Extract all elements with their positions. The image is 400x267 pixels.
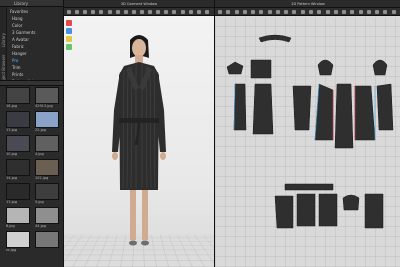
thumbnail-image: [6, 87, 30, 104]
thumbnail-item[interactable]: 5.jpg: [35, 183, 61, 205]
thumbnail-item[interactable]: 14.jpg: [6, 159, 32, 181]
thumbnail-item[interactable]: 18.jpg: [6, 87, 32, 109]
thumbnail-image: [6, 111, 30, 128]
library-tree-item[interactable]: Hanger: [8, 50, 63, 57]
thumbnail-caption: 13.jpg: [6, 128, 17, 132]
pattern-piece-skirt-right[interactable]: [364, 193, 384, 229]
thumbnail-caption: zz.jpg: [6, 248, 17, 252]
thumbnail-item[interactable]: 22.jpg: [35, 111, 61, 133]
library-title: Library: [14, 1, 28, 6]
avatar-right-leg: [142, 190, 148, 240]
pattern-piece-belt[interactable]: [284, 183, 334, 191]
thumbnail-caption: 22.jpg: [35, 128, 46, 132]
thumbnail-item[interactable]: 10.jpg: [6, 135, 32, 157]
library-side-tabs: Library Object Browser: [0, 7, 7, 87]
avatar-face: [132, 39, 146, 57]
pattern-piece-sleeve-cap-right[interactable]: [372, 59, 388, 76]
thumbnail-item[interactable]: 8.jpg: [6, 207, 32, 229]
pattern-piece-pocket[interactable]: [342, 194, 360, 211]
library-divider: [0, 80, 63, 86]
thumbnail-item[interactable]: 42913.jpg: [35, 87, 61, 109]
thumbnail-image: [35, 183, 59, 200]
pattern-piece-sleeve-left[interactable]: [292, 85, 312, 131]
library-header: Library: [0, 0, 63, 7]
thumbnail-caption: 18.jpg: [6, 104, 17, 108]
thumbnail-item[interactable]: 13.jpg: [6, 183, 32, 205]
thumbnail-item[interactable]: 4.jpg: [35, 135, 61, 157]
side-tab-library[interactable]: Library: [1, 33, 6, 47]
avatar-left-shoe: [129, 240, 137, 246]
pattern-piece-front-center[interactable]: [334, 83, 354, 149]
thumbnail-caption: 13.jpg: [6, 200, 17, 204]
viewport-2d[interactable]: 2D Pattern Window: [214, 0, 400, 267]
coat-belt: [119, 118, 159, 123]
pattern-piece-sleeve-right[interactable]: [376, 83, 394, 131]
pattern-piece-skirt-center[interactable]: [318, 193, 338, 227]
pattern-piece-back-yoke[interactable]: [250, 59, 272, 79]
thumbnail-item[interactable]: 102.jpg: [35, 159, 61, 181]
library-tree-item[interactable]: Trim: [8, 64, 63, 71]
pattern-piece-collar[interactable]: [258, 34, 292, 43]
thumbnail-caption: 4.jpg: [35, 152, 44, 156]
thumbnail-image: [6, 159, 30, 176]
avatar-right-hand: [160, 152, 166, 160]
thumbnail-image: [35, 87, 59, 104]
thumbnail-item[interactable]: [35, 231, 61, 253]
thumbnail-image: [6, 183, 30, 200]
library-tree-item[interactable]: A Avatar: [8, 36, 63, 43]
thumbnail-image: [35, 207, 59, 224]
viewport-3d[interactable]: 3D Garment Window: [64, 0, 214, 267]
thumbnail-caption: 44.jpg: [35, 224, 46, 228]
avatar-right-shoe: [141, 240, 149, 246]
pattern-piece-front-left[interactable]: [233, 83, 247, 131]
pattern-piece-skirt-left[interactable]: [274, 195, 294, 229]
pattern-piece-front-panel-right[interactable]: [354, 85, 376, 141]
thumbnail-image: [6, 231, 30, 248]
thumbnail-caption: 42913.jpg: [35, 104, 53, 108]
pattern-piece-front-panel-left[interactable]: [314, 83, 334, 141]
pattern-piece-yoke-left[interactable]: [226, 61, 244, 75]
library-tree-item[interactable]: Hang: [8, 15, 63, 22]
thumbnail-caption: 14.jpg: [6, 176, 17, 180]
thumbnail-caption: [35, 248, 61, 253]
thumbnail-caption: 8.jpg: [6, 224, 15, 228]
pattern-pieces: [226, 34, 394, 229]
pattern-piece-skirt-back[interactable]: [296, 193, 316, 227]
avatar-garment: [112, 35, 166, 246]
thumbnail-item[interactable]: 44.jpg: [35, 207, 61, 229]
library-tree-item[interactable]: Pro: [8, 57, 63, 64]
pattern-piece-back-left[interactable]: [252, 83, 274, 135]
thumbnail-image: [35, 231, 59, 248]
avatar-left-leg: [130, 190, 136, 240]
library-tree: Favorites Hang Color 3 Garments A Avatar Fabr…: [8, 8, 63, 85]
library-panel: Library Library Object Browser Favorites…: [0, 0, 64, 267]
thumbnail-image: [35, 135, 59, 152]
pattern-piece-sleeve-cap-left[interactable]: [317, 59, 334, 76]
library-tree-item[interactable]: 3 Garments: [8, 29, 63, 36]
avatar-left-hand: [112, 152, 118, 160]
library-tree-item[interactable]: Favorites: [8, 8, 63, 15]
library-tree-item[interactable]: Prints: [8, 71, 63, 78]
thumbnail-item[interactable]: 13.jpg: [6, 111, 32, 133]
thumbnail-image: [6, 135, 30, 152]
thumbnail-caption: 10.jpg: [6, 152, 17, 156]
thumbnail-caption: 102.jpg: [35, 176, 49, 180]
library-tree-item[interactable]: Color: [8, 22, 63, 29]
thumbnail-image: [35, 111, 59, 128]
thumbnail-image: [6, 207, 30, 224]
library-tree-item[interactable]: Fabric: [8, 43, 63, 50]
thumbnail-image: [35, 159, 59, 176]
thumbnail-item[interactable]: zz.jpg: [6, 231, 32, 253]
app-window: Library Library Object Browser Favorites…: [0, 0, 400, 267]
thumbnail-caption: 5.jpg: [35, 200, 44, 204]
